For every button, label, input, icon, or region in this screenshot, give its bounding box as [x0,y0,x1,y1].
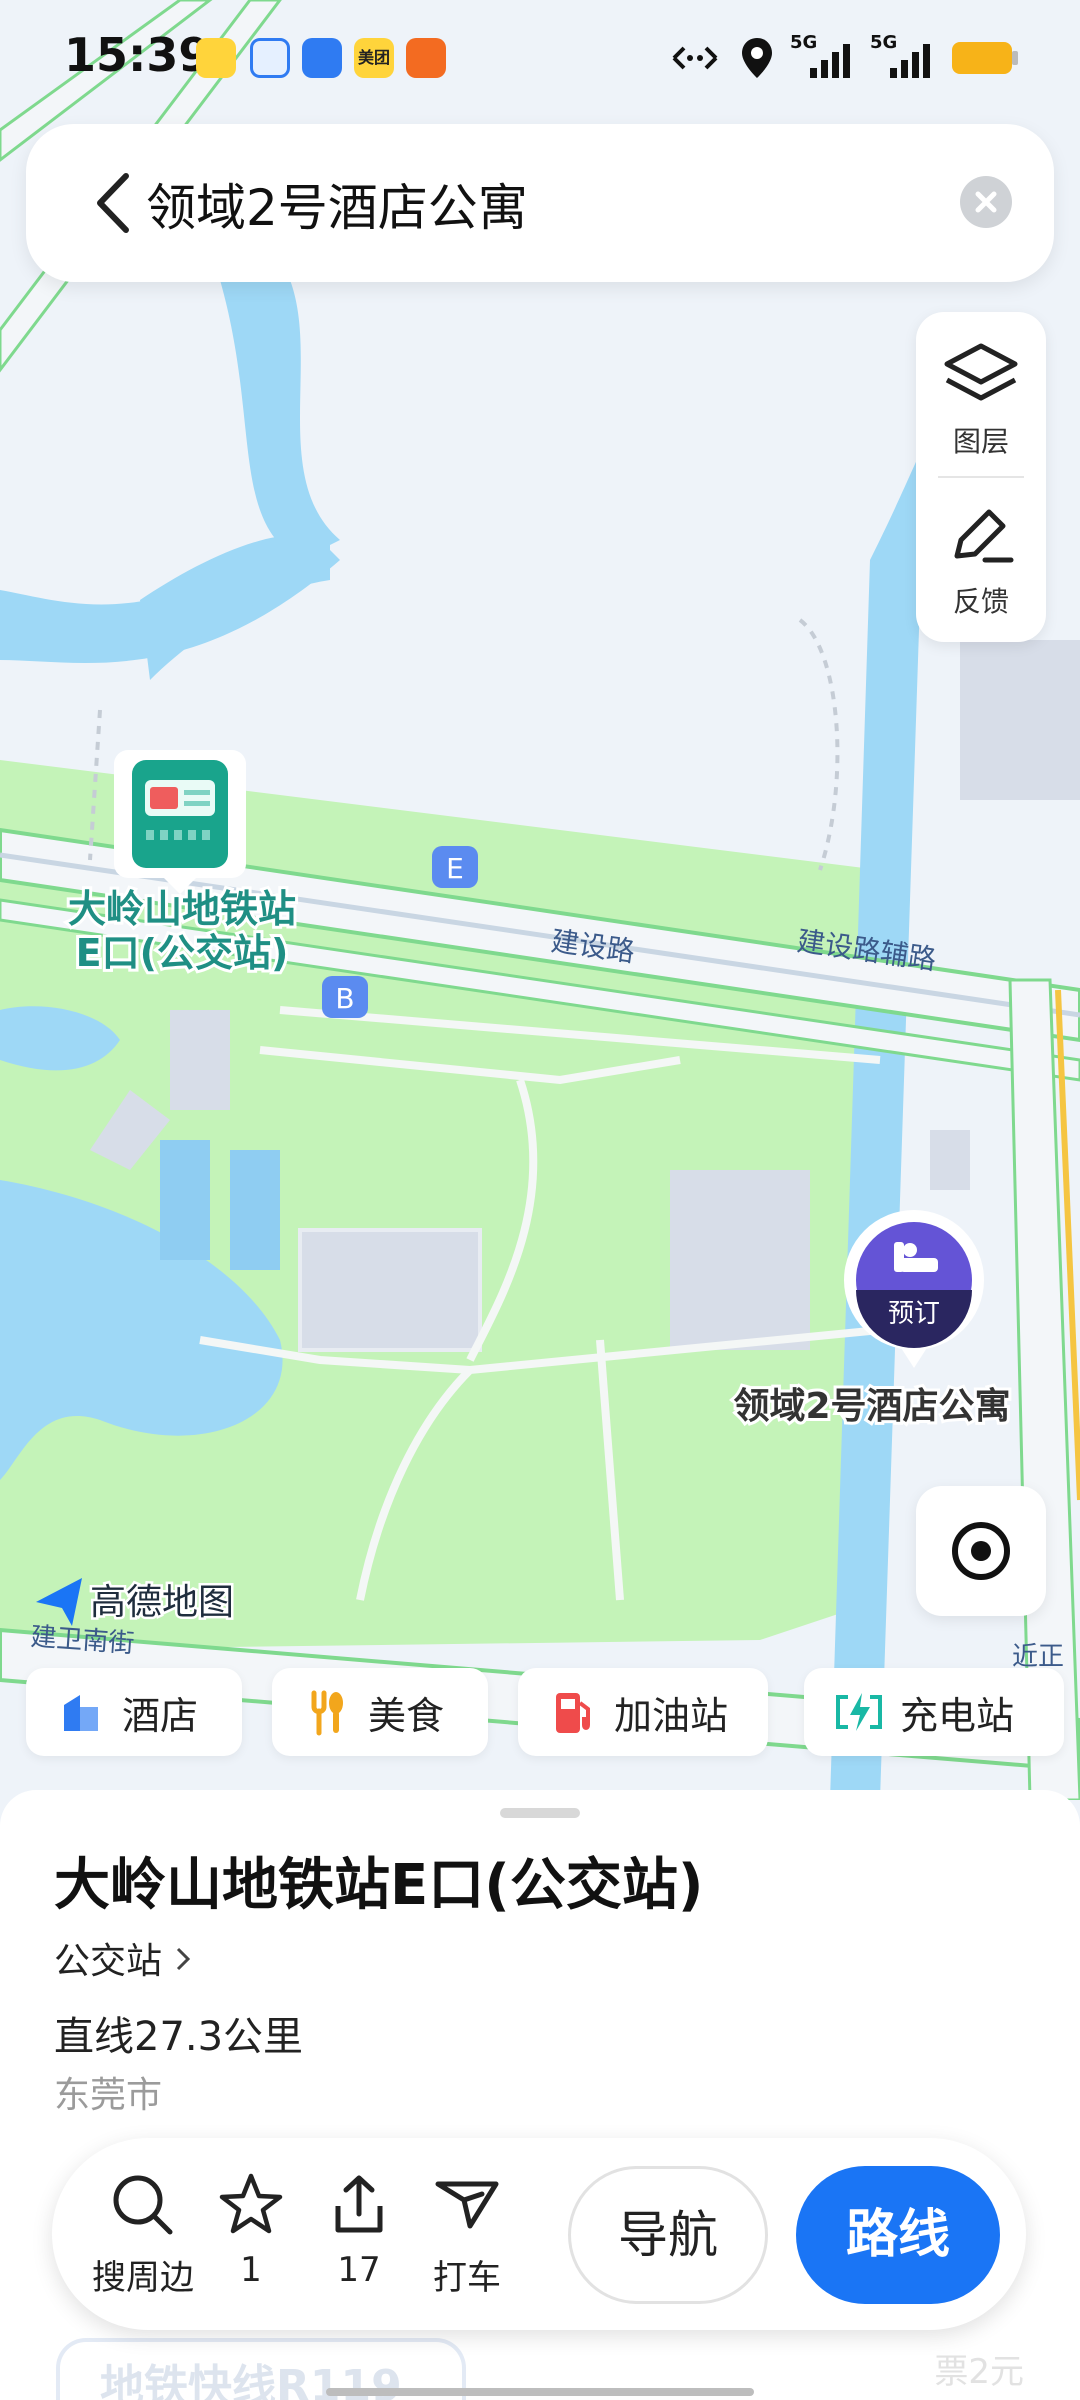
share-icon [335,2175,383,2233]
route-button[interactable]: 路线 [796,2166,1000,2304]
locate-button[interactable] [916,1486,1046,1616]
layers-label: 图层 [952,425,1009,458]
star-icon [219,2173,283,2234]
exit-b-marker[interactable]: B [322,976,368,1018]
app-icon-yellow [196,38,236,78]
layers-icon [944,343,1018,401]
chevron-right-icon [177,1947,191,1971]
gas-pump-icon [556,1693,590,1733]
map-tools-panel: 图层 反馈 [916,312,1046,642]
bottom-action-bar: 搜周边 1 17 打车 导航 路线 [52,2138,1026,2330]
svg-text:预订: 预订 [888,1299,940,1329]
sheet-handle[interactable] [500,1808,580,1818]
fare-peek: 票2元 [934,2352,1024,2392]
feedback-label: 反馈 [952,585,1009,618]
station-label-line1: 大岭山地铁站 [68,887,296,931]
status-time: 15:39 [64,28,211,82]
place-distance: 直线27.3公里 [54,2014,304,2060]
hotel-label: 领域2号酒店公寓 [733,1386,1010,1427]
favorite-button[interactable]: 1 [196,2170,306,2290]
svg-text:B: B [335,982,354,1015]
station-label-line2: E口(公交站) [76,931,289,975]
meituan-icon: 美团 [354,38,394,78]
location-icon [742,38,772,78]
app-icon-blue [250,38,290,78]
place-category-link[interactable]: 公交站 [54,1932,193,1984]
svg-text:高德地图: 高德地图 [90,1582,234,1623]
exit-e-marker[interactable]: E [432,846,478,888]
pool [230,1150,280,1270]
place-city: 东莞市 [54,2075,163,2116]
divider [938,476,1024,478]
chip-charging-station[interactable]: 充电站 [804,1668,1064,1756]
fox-icon [406,38,446,78]
battery-icon [952,42,1018,74]
target-icon [952,1522,1010,1580]
layers-button[interactable]: 图层 [916,340,1046,460]
signal-icon: 5G [790,32,854,80]
pencil-icon [954,509,1014,563]
search-query[interactable]: 领域2号酒店公寓 [146,168,528,240]
building-icon [64,1695,98,1731]
feedback-button[interactable]: 反馈 [916,500,1046,620]
category-chips: 酒店 美食 加油站 充电站 [26,1668,1066,1756]
place-title: 大岭山地铁站E口(公交站) [54,1853,704,1918]
building [298,1228,482,1352]
clear-button[interactable] [960,176,1012,228]
app-icon-blue2 [302,38,342,78]
chip-hotel[interactable]: 酒店 [26,1668,242,1756]
navigate-button[interactable]: 导航 [568,2166,768,2304]
search-bar[interactable]: 领域2号酒店公寓 [26,124,1054,282]
building [670,1170,810,1350]
bus-station-marker[interactable] [114,750,246,894]
chip-gas-station[interactable]: 加油站 [518,1668,768,1756]
home-indicator[interactable] [326,2388,754,2396]
share-button[interactable]: 17 [304,2170,414,2290]
back-arrow-icon[interactable] [92,172,132,234]
close-icon [975,191,997,213]
building [930,1130,970,1190]
charging-icon [836,1693,882,1731]
status-bar: 15:39 美团 5G 5G [0,0,1080,110]
chip-food[interactable]: 美食 [272,1668,488,1756]
building [960,640,1080,800]
search-icon [113,2175,173,2235]
taxi-icon [435,2181,499,2229]
search-nearby-button[interactable]: 搜周边 [88,2170,198,2299]
svg-text:E: E [446,852,464,885]
data-transfer-icon [672,46,718,70]
pool [160,1140,210,1260]
fork-spoon-icon [311,1690,343,1736]
taxi-button[interactable]: 打车 [412,2170,522,2299]
building [170,1010,230,1110]
signal-icon: 5G [870,32,934,80]
